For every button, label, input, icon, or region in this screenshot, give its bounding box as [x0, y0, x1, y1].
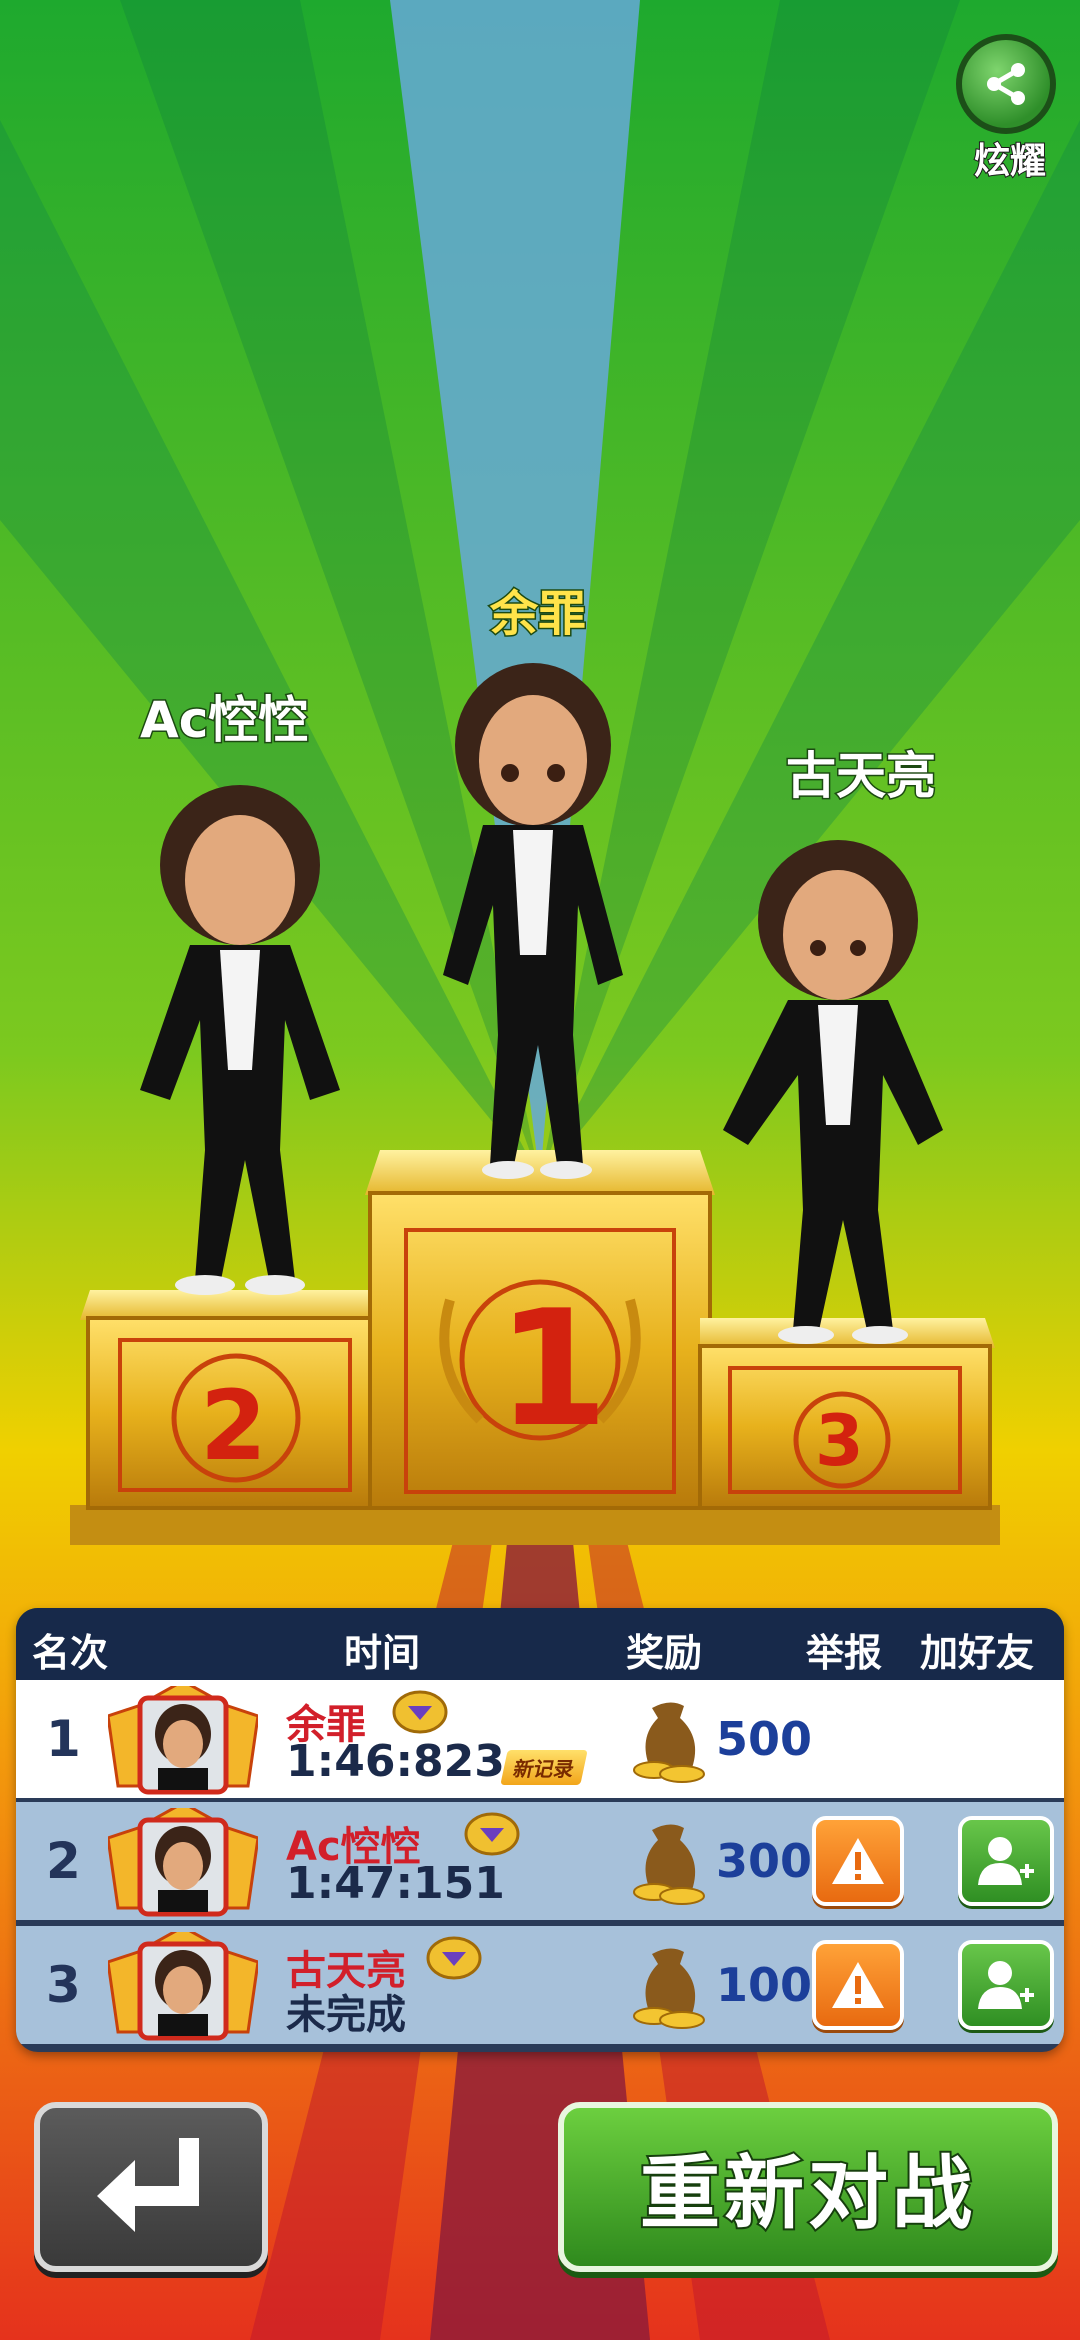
row-reward: 100	[716, 1958, 813, 2012]
character-third	[723, 840, 943, 1344]
header-rank: 名次	[32, 1631, 109, 1675]
avatar	[108, 1932, 258, 2041]
table-row: 2 Ac悾悾 1:47:151 300	[16, 1802, 1064, 1920]
rematch-button[interactable]: 重新对战	[558, 2102, 1058, 2272]
row-time: 1:47:151	[286, 1858, 505, 1909]
add-friend-button[interactable]	[958, 1816, 1054, 1906]
header-time: 时间	[344, 1631, 421, 1675]
table-row: 1 余罪 1:46:823 新记录 500	[16, 1680, 1064, 1798]
add-friend-button[interactable]	[958, 1940, 1054, 2030]
share-icon	[987, 63, 1025, 105]
avatar	[108, 1686, 258, 1795]
return-arrow-icon	[97, 2138, 199, 2232]
table-header: 名次 时间 奖励 举报 加好友	[16, 1608, 1064, 1680]
row-time: 1:46:823	[286, 1736, 505, 1787]
table-row: 3 古天亮 未完成 100	[16, 1926, 1064, 2044]
results-table: 名次 时间 奖励 举报 加好友 1 余罪 1:46:823 新记录 500 2	[16, 1608, 1064, 2052]
podium-name-first: 余罪	[488, 585, 587, 644]
report-button[interactable]	[812, 1940, 904, 2030]
new-record-badge: 新记录	[500, 1750, 588, 1785]
avatar	[108, 1808, 258, 1917]
character-first	[443, 663, 623, 1179]
coin-bag-icon	[633, 1948, 705, 2029]
row-time: 未完成	[286, 1992, 406, 2038]
warning-icon	[832, 1962, 884, 2008]
rematch-label: 重新对战	[638, 2145, 976, 2242]
row-rank: 2	[46, 1832, 81, 1890]
row-rank: 1	[46, 1710, 81, 1768]
header-add-friend: 加好友	[920, 1631, 1035, 1675]
row-rank: 3	[46, 1956, 81, 2014]
add-friend-icon	[978, 1837, 1034, 1885]
vip-badge-icon	[464, 1812, 520, 1856]
back-button[interactable]	[34, 2102, 268, 2272]
vip-badge-icon	[392, 1690, 448, 1734]
podium-place-1: 1	[497, 1275, 609, 1462]
podium-name-third: 古天亮	[785, 746, 938, 807]
character-second	[140, 785, 340, 1295]
header-report: 举报	[806, 1631, 883, 1675]
add-friend-icon	[978, 1961, 1034, 2009]
report-button[interactable]	[812, 1816, 904, 1906]
warning-icon	[832, 1838, 884, 1884]
podium-place-3: 3	[815, 1400, 864, 1482]
podium-name-second: Ac悾悾	[138, 690, 309, 751]
row-reward: 500	[716, 1712, 813, 1766]
header-reward: 奖励	[626, 1631, 703, 1675]
row-reward: 300	[716, 1834, 813, 1888]
coin-bag-icon	[633, 1702, 705, 1783]
coin-bag-icon	[633, 1824, 705, 1905]
share-button[interactable]	[956, 34, 1056, 134]
vip-badge-icon	[426, 1936, 482, 1980]
podium-place-2: 2	[200, 1370, 267, 1482]
share-label: 炫耀	[973, 140, 1047, 183]
